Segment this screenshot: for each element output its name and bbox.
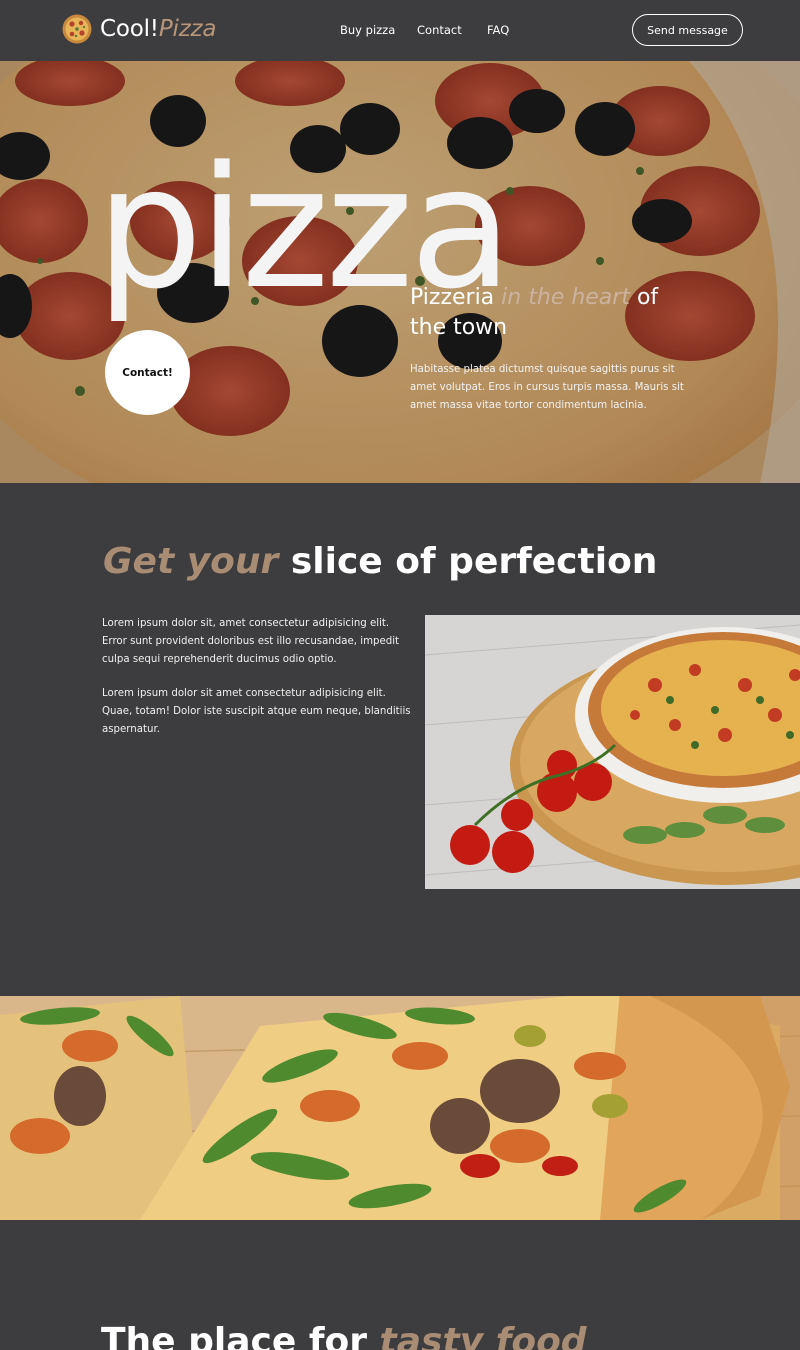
section-title-tasty-food: The place for tasty food <box>101 1318 587 1350</box>
section-title-accent: Get your <box>103 541 279 582</box>
pizza-slices-banner-image <box>0 996 800 1220</box>
send-message-button[interactable]: Send message <box>632 14 743 46</box>
hero-tagline-pre: Pizzeria <box>410 285 495 310</box>
nav-link-contact[interactable]: Contact <box>417 22 462 38</box>
pizza-logo-icon <box>62 14 92 44</box>
site-header: Cool!Pizza Buy pizza Contact FAQ Send me… <box>0 0 800 61</box>
brand-name: Cool!Pizza <box>100 14 217 44</box>
hero-section: pizza Pizzeria in the heart of the town … <box>0 61 800 483</box>
section-title-perfection: Get your slice of perfection <box>103 538 657 586</box>
section3-title-accent: tasty food <box>379 1321 587 1350</box>
brand-name-main: Cool! <box>100 16 159 42</box>
brand-logo[interactable]: Cool!Pizza <box>62 14 217 44</box>
intro-paragraph-1: Lorem ipsum dolor sit, amet consectetur … <box>102 618 400 665</box>
intro-paragraph-2: Lorem ipsum dolor sit amet consectetur a… <box>102 688 411 735</box>
hero-headline: pizza <box>96 130 513 326</box>
nav-link-faq[interactable]: FAQ <box>487 22 509 38</box>
contact-circle-button[interactable]: Contact! <box>105 330 190 415</box>
section-title-rest: slice of perfection <box>290 541 658 582</box>
hero-tagline-accent: in the heart <box>501 285 630 310</box>
nav-link-buy-pizza[interactable]: Buy pizza <box>340 22 395 38</box>
section3-title-pre: The place for <box>101 1321 367 1350</box>
hero-tagline: Pizzeria in the heart of the town <box>410 283 700 343</box>
brand-name-accent: Pizza <box>158 16 217 42</box>
pizza-board-image <box>425 615 800 889</box>
hero-description: Habitasse platea dictumst quisque sagitt… <box>410 364 684 411</box>
